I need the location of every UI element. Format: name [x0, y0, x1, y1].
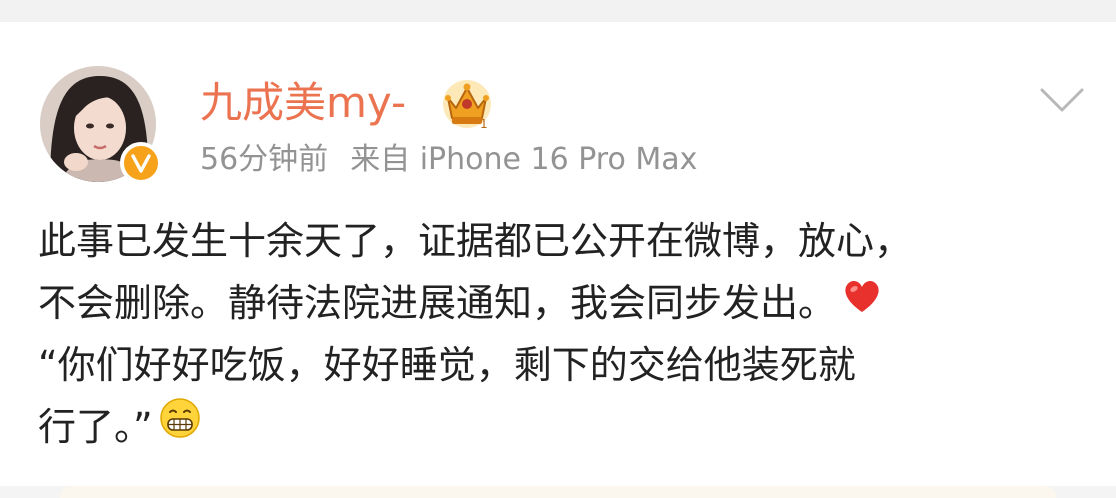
post-text: 此事已发生十余天了，证据都已公开在微博，放心， 不会删除。静待法院进展通知，我会… — [38, 210, 1098, 458]
svg-text:1: 1 — [480, 117, 488, 130]
grin-emoji-icon — [159, 395, 201, 457]
chevron-down-icon[interactable] — [1036, 82, 1088, 118]
user-name[interactable]: 九成美my- — [200, 75, 406, 131]
top-separator — [0, 0, 1116, 22]
post-text-line-1: 此事已发生十余天了，证据都已公开在微博，放心， — [38, 219, 913, 263]
post-text-line-2-text: 不会删除。静待法院进展通知，我会同步发出。 — [38, 281, 837, 325]
bottom-separator — [0, 486, 1116, 498]
crown-icon[interactable]: 1 — [436, 74, 498, 130]
heart-emoji-icon — [842, 271, 882, 333]
weibo-post-card: 九成美my- 1 56分钟前 来自 iPhone 16 Pro Max 此事已发生… — [0, 22, 1116, 486]
post-time: 56分钟前 — [200, 142, 329, 177]
post-source[interactable]: 来自 iPhone 16 Pro Max — [350, 142, 697, 177]
post-text-line-4: 行了。” — [38, 396, 1098, 458]
post-text-line-3: “你们好好吃饭，好好睡觉，剩下的交给他装死就 — [38, 343, 856, 387]
verified-badge — [120, 142, 162, 184]
post-text-line-2: 不会删除。静待法院进展通知，我会同步发出。 — [38, 272, 1098, 334]
post-meta: 56分钟前 来自 iPhone 16 Pro Max — [200, 140, 719, 180]
post-text-line-4-text: 行了。” — [38, 405, 153, 449]
verified-v-icon — [131, 154, 151, 173]
